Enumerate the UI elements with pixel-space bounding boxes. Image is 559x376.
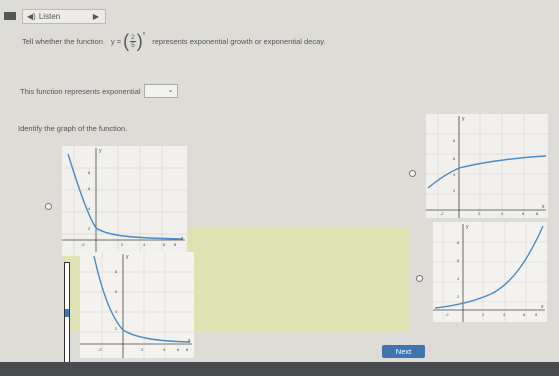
listen-label: Listen bbox=[38, 12, 61, 21]
graph-option-d[interactable]: y x 8 6 4 2 -2 2 4 6 8 bbox=[433, 222, 547, 322]
question-prefix: Tell whether the function bbox=[22, 36, 103, 46]
x-tick: 4 bbox=[503, 312, 506, 317]
y-tick: 2 bbox=[115, 326, 118, 331]
x-tick: 6 bbox=[522, 211, 525, 216]
option-d-radio[interactable] bbox=[416, 275, 423, 282]
y-axis-label: y bbox=[466, 224, 469, 230]
y-tick: 8 bbox=[88, 170, 91, 175]
bottom-bar bbox=[0, 362, 559, 376]
graph-option-c[interactable]: y x 8 6 4 2 -2 2 4 6 8 bbox=[426, 114, 548, 218]
x-tick: 6 bbox=[177, 347, 180, 352]
x-axis-label: x bbox=[541, 304, 544, 310]
function-formula: y = ( 2 5 ) x bbox=[107, 31, 148, 51]
fraction-denominator: 5 bbox=[131, 41, 135, 49]
x-tick: 6 bbox=[163, 242, 166, 247]
y-tick: 6 bbox=[88, 186, 91, 191]
x-tick: 8 bbox=[536, 211, 539, 216]
graph-option-b[interactable]: y x 8 6 4 2 -2 2 4 6 8 bbox=[80, 252, 194, 358]
menu-icon[interactable] bbox=[4, 12, 16, 20]
option-a-radio[interactable] bbox=[45, 203, 52, 210]
y-axis-label: y bbox=[462, 116, 465, 122]
x-tick: -2 bbox=[440, 211, 444, 216]
growth-decay-select[interactable]: ⌄ bbox=[143, 84, 178, 98]
next-button[interactable]: Next bbox=[382, 345, 425, 358]
play-icon[interactable]: ▶ bbox=[93, 12, 99, 21]
y-axis-label: y bbox=[126, 254, 129, 260]
x-axis-label: x bbox=[542, 204, 545, 210]
x-tick: 2 bbox=[478, 211, 481, 216]
left-paren: ( bbox=[123, 31, 130, 51]
y-tick: 2 bbox=[457, 294, 460, 299]
x-tick: 2 bbox=[141, 347, 144, 352]
y-tick: 2 bbox=[453, 188, 456, 193]
y-tick: 4 bbox=[115, 309, 118, 314]
y-tick: 4 bbox=[88, 206, 91, 211]
graph-option-a[interactable]: y x 8 6 4 2 -2 2 4 6 8 bbox=[62, 146, 187, 256]
identify-instruction: Identify the graph of the function. bbox=[18, 124, 128, 133]
x-tick: 2 bbox=[482, 312, 485, 317]
y-tick: 6 bbox=[115, 289, 118, 294]
y-tick: 6 bbox=[457, 258, 460, 263]
x-tick: 8 bbox=[535, 312, 538, 317]
answer-row: This function represents exponential ⌄ bbox=[20, 84, 178, 98]
answer-label: This function represents exponential bbox=[20, 86, 141, 96]
x-tick: 4 bbox=[501, 211, 504, 216]
fraction-numerator: 2 bbox=[130, 33, 136, 42]
x-axis-label: x bbox=[181, 236, 184, 242]
x-tick: -2 bbox=[98, 347, 102, 352]
y-tick: 8 bbox=[453, 138, 456, 143]
y-axis-label: y bbox=[99, 148, 102, 154]
listen-button[interactable]: ◀) Listen ▶ bbox=[22, 9, 106, 24]
y-tick: 6 bbox=[453, 156, 456, 161]
question-suffix: represents exponential growth or exponen… bbox=[152, 36, 326, 46]
x-tick: -2 bbox=[81, 242, 85, 247]
speaker-icon: ◀) bbox=[27, 12, 36, 21]
x-tick: 8 bbox=[186, 347, 189, 352]
formula-y: y = bbox=[110, 36, 122, 46]
x-tick: 6 bbox=[523, 312, 526, 317]
y-tick: 8 bbox=[457, 240, 460, 245]
y-tick: 4 bbox=[457, 276, 460, 281]
exponent: x bbox=[142, 31, 146, 37]
chevron-down-icon: ⌄ bbox=[167, 87, 174, 94]
y-tick: 2 bbox=[88, 226, 91, 231]
fraction: 2 5 bbox=[130, 34, 136, 49]
x-axis-label: x bbox=[188, 338, 191, 344]
x-tick: 4 bbox=[163, 347, 166, 352]
option-c-radio[interactable] bbox=[409, 170, 416, 177]
x-tick: 2 bbox=[121, 242, 124, 247]
y-tick: 8 bbox=[115, 269, 118, 274]
x-tick: 4 bbox=[143, 242, 146, 247]
x-tick: 8 bbox=[174, 242, 177, 247]
question-text: Tell whether the function y = ( 2 5 ) x … bbox=[22, 31, 326, 51]
x-tick: -2 bbox=[445, 312, 449, 317]
scrollbar-thumb[interactable] bbox=[65, 309, 69, 317]
y-tick: 4 bbox=[453, 172, 456, 177]
